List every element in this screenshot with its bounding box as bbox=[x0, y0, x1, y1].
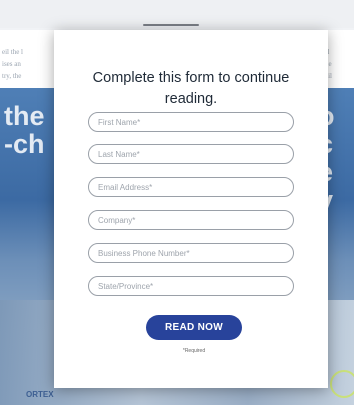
required-note: *Required bbox=[182, 348, 206, 354]
gated-content-modal: Complete this form to continue reading. … bbox=[54, 30, 328, 388]
state-province-field[interactable] bbox=[88, 276, 294, 296]
email-field[interactable] bbox=[88, 177, 294, 197]
modal-title: Complete this form to continue reading. bbox=[92, 70, 290, 107]
last-name-field[interactable] bbox=[88, 144, 294, 164]
background-logo: ORTEX bbox=[26, 390, 54, 399]
background-circle-icon bbox=[330, 370, 354, 398]
read-now-button[interactable]: READ NOW bbox=[146, 315, 242, 340]
first-name-field[interactable] bbox=[88, 112, 294, 132]
company-field[interactable] bbox=[88, 210, 294, 230]
background-headline-left: the -ch bbox=[4, 101, 45, 159]
background-text-left: eil the l ises an try, the bbox=[2, 48, 23, 80]
modal-drag-handle bbox=[143, 24, 199, 26]
business-phone-field[interactable] bbox=[88, 243, 294, 263]
